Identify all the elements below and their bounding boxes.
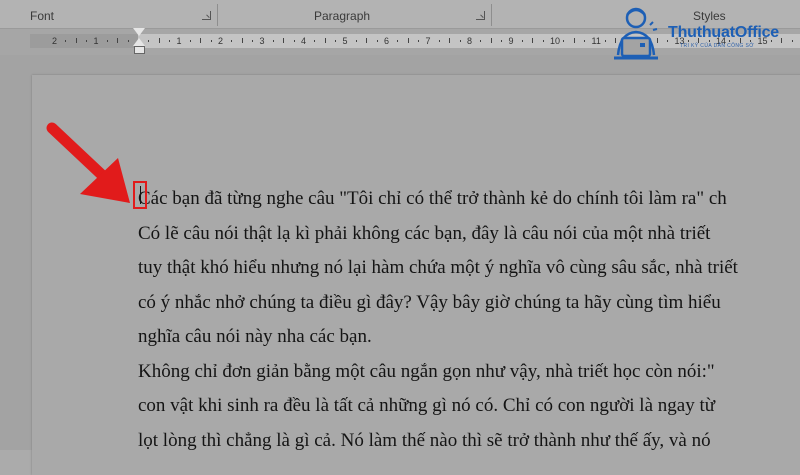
ruler-tick bbox=[584, 40, 586, 42]
ruler-tick bbox=[490, 38, 492, 43]
left-indent-marker[interactable] bbox=[134, 46, 145, 54]
ruler-number: 2 bbox=[218, 36, 224, 46]
ruler-tick bbox=[75, 38, 77, 43]
ruler-number: 3 bbox=[259, 36, 265, 46]
ruler-tick bbox=[366, 38, 368, 43]
ruler-number: 4 bbox=[301, 36, 307, 46]
ruler-tick bbox=[200, 38, 202, 43]
hanging-indent-marker[interactable] bbox=[133, 38, 145, 46]
red-arrow-icon bbox=[46, 122, 130, 203]
ruler-tick bbox=[189, 40, 191, 42]
ruler-tick bbox=[563, 40, 565, 42]
ruler-number: 8 bbox=[467, 36, 473, 46]
ruler-tick bbox=[501, 40, 503, 42]
ruler-tick bbox=[376, 40, 378, 42]
document-body[interactable]: Các bạn đã từng nghe câu "Tôi chỉ có thể… bbox=[138, 182, 800, 458]
ruler-tick bbox=[314, 40, 316, 42]
ruler-tick bbox=[438, 40, 440, 42]
ruler-number: 10 bbox=[550, 36, 561, 46]
ruler-tick bbox=[449, 38, 451, 43]
text-line[interactable]: tuy thật khó hiểu nhưng nó lại hàm chứa … bbox=[138, 251, 800, 286]
ruler-tick bbox=[480, 40, 482, 42]
thuthuatoffice-logo: ThuthuatOffice TRI KỶ CỦA DÂN CÔNG SỞ bbox=[606, 5, 800, 69]
text-line[interactable]: nghĩa câu nói này nha các bạn. bbox=[138, 320, 800, 355]
ruler-tick bbox=[127, 40, 129, 42]
group-divider bbox=[217, 4, 218, 26]
ruler-tick bbox=[241, 38, 243, 43]
ruler-tick bbox=[158, 38, 160, 43]
ruler-tick bbox=[117, 38, 119, 43]
ruler-tick bbox=[335, 40, 337, 42]
ruler-number: 6 bbox=[384, 36, 390, 46]
brand-tagline: TRI KỶ CỦA DÂN CÔNG SỞ bbox=[680, 43, 754, 49]
ruler-tick bbox=[86, 40, 88, 42]
ruler-tick bbox=[272, 40, 274, 42]
text-line[interactable]: lọt lòng thì chẳng là gì cả. Nó làm thế … bbox=[138, 424, 800, 459]
ruler-number: 1 bbox=[176, 36, 182, 46]
ruler-tick bbox=[252, 40, 254, 42]
text-line[interactable]: Các bạn đã từng nghe câu "Tôi chỉ có thể… bbox=[138, 182, 800, 217]
text-line[interactable]: có ý nhắc nhở chúng ta điều gì đây? Vậy … bbox=[138, 286, 800, 321]
ruler-tick bbox=[542, 40, 544, 42]
ruler-tick bbox=[283, 38, 285, 43]
paragraph-group-label: Paragraph bbox=[314, 9, 371, 23]
ruler-tick bbox=[573, 38, 575, 43]
font-group-label: Font bbox=[30, 9, 55, 23]
ruler-number: 9 bbox=[508, 36, 514, 46]
ruler-tick bbox=[532, 38, 534, 43]
ruler-tick bbox=[418, 40, 420, 42]
ruler-tick bbox=[397, 40, 399, 42]
ruler-tick bbox=[407, 38, 409, 43]
ruler-number: 11 bbox=[591, 36, 601, 46]
first-line-indent-marker[interactable] bbox=[133, 28, 145, 36]
font-dialog-launcher-icon[interactable] bbox=[202, 11, 211, 20]
ruler-number: 1 bbox=[93, 36, 99, 46]
ruler-tick bbox=[65, 40, 67, 42]
ruler-left-margin bbox=[30, 34, 138, 48]
ruler-tick bbox=[459, 40, 461, 42]
text-line[interactable]: Không chỉ đơn giản bằng một câu ngắn gọn… bbox=[138, 355, 800, 390]
ruler-tick bbox=[324, 38, 326, 43]
paragraph-dialog-launcher-icon[interactable] bbox=[476, 11, 485, 20]
text-line[interactable]: con vật khi sinh ra đều là tất cả những … bbox=[138, 389, 800, 424]
person-laptop-icon bbox=[614, 7, 658, 60]
ruler-tick bbox=[169, 40, 171, 42]
text-line[interactable]: Có lẽ câu nói thật lạ kì phải không các … bbox=[138, 217, 800, 252]
ruler-tick bbox=[293, 40, 295, 42]
ruler-tick bbox=[355, 40, 357, 42]
ruler-tick bbox=[210, 40, 212, 42]
ruler-tick bbox=[106, 40, 108, 42]
ruler-tick bbox=[231, 40, 233, 42]
group-divider bbox=[491, 4, 492, 26]
ruler-tick bbox=[521, 40, 523, 42]
ruler-number: 5 bbox=[342, 36, 348, 46]
ruler-number: 2 bbox=[52, 36, 58, 46]
brand-name: ThuthuatOffice bbox=[668, 24, 779, 41]
ruler-tick bbox=[148, 40, 150, 42]
ruler-number: 7 bbox=[425, 36, 431, 46]
